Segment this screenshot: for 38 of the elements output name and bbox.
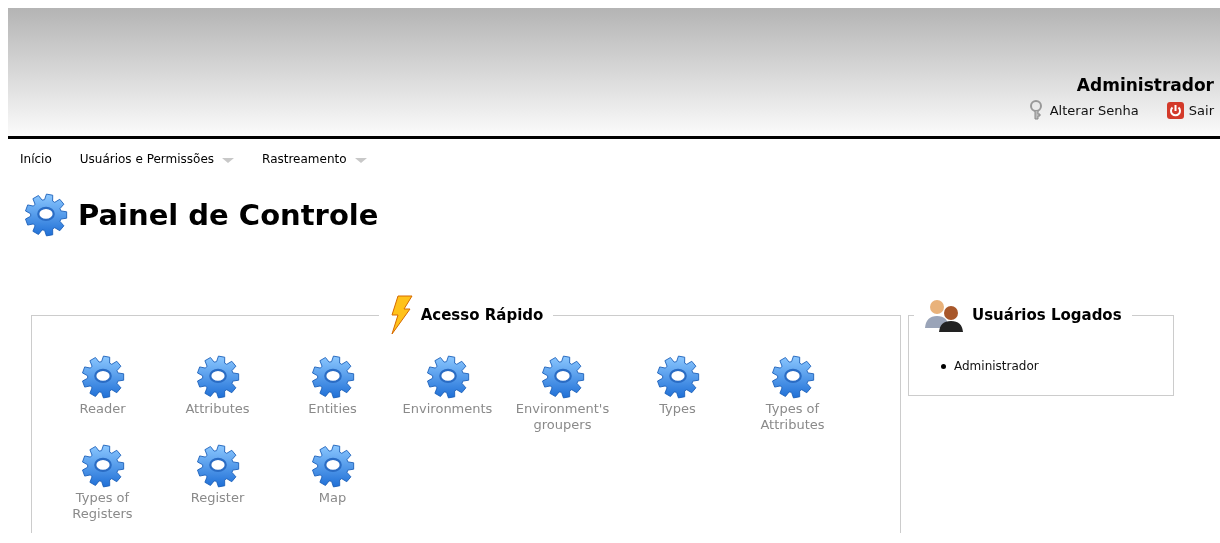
caret-icon (354, 158, 367, 163)
quick-access-item[interactable]: Environments (390, 355, 505, 444)
gear-icon (310, 444, 355, 488)
gear-icon (310, 355, 355, 399)
gear-icon (425, 355, 470, 399)
gear-icon (655, 355, 700, 399)
menu-item[interactable]: Rastreamento (262, 148, 367, 169)
quick-access-item[interactable]: Environment's groupers (505, 355, 620, 444)
menu-item[interactable]: Usuários e Permissões (79, 148, 235, 169)
menu-item[interactable]: Início (20, 148, 52, 169)
gear-icon (80, 444, 125, 488)
quick-access-item[interactable]: Types (620, 355, 735, 444)
quick-access-item[interactable]: Types of Attributes (735, 355, 850, 444)
gear-icon (24, 193, 68, 237)
panel-title: Usuários Logados (972, 306, 1122, 324)
page-title: Painel de Controle (78, 198, 379, 232)
quick-access-item[interactable]: Map (275, 444, 390, 533)
quick-access-item[interactable]: Entities (275, 355, 390, 444)
logged-user: Administrador (954, 359, 1039, 373)
bullet-icon (941, 363, 946, 369)
panel-title: Acesso Rápido (420, 306, 544, 324)
gear-icon (540, 355, 585, 399)
quick-access-item[interactable]: Reader (45, 355, 160, 444)
quick-access-item[interactable]: Types of Registers (45, 444, 160, 533)
gear-icon (770, 355, 815, 399)
gear-icon (80, 355, 125, 399)
logout-link[interactable]: Sair (1166, 100, 1214, 120)
power-icon (1166, 101, 1184, 119)
change-password-link[interactable]: Alterar Senha (1028, 100, 1139, 120)
quick-access-item[interactable]: Attributes (160, 355, 275, 444)
user-name: Administrador (1076, 75, 1214, 95)
caret-icon (222, 158, 235, 163)
users-icon (924, 298, 964, 332)
gear-icon (195, 444, 240, 488)
gear-icon (195, 355, 240, 399)
lightning-icon (388, 295, 413, 335)
key-icon (1028, 100, 1045, 120)
quick-access-item[interactable]: Register (160, 444, 275, 533)
